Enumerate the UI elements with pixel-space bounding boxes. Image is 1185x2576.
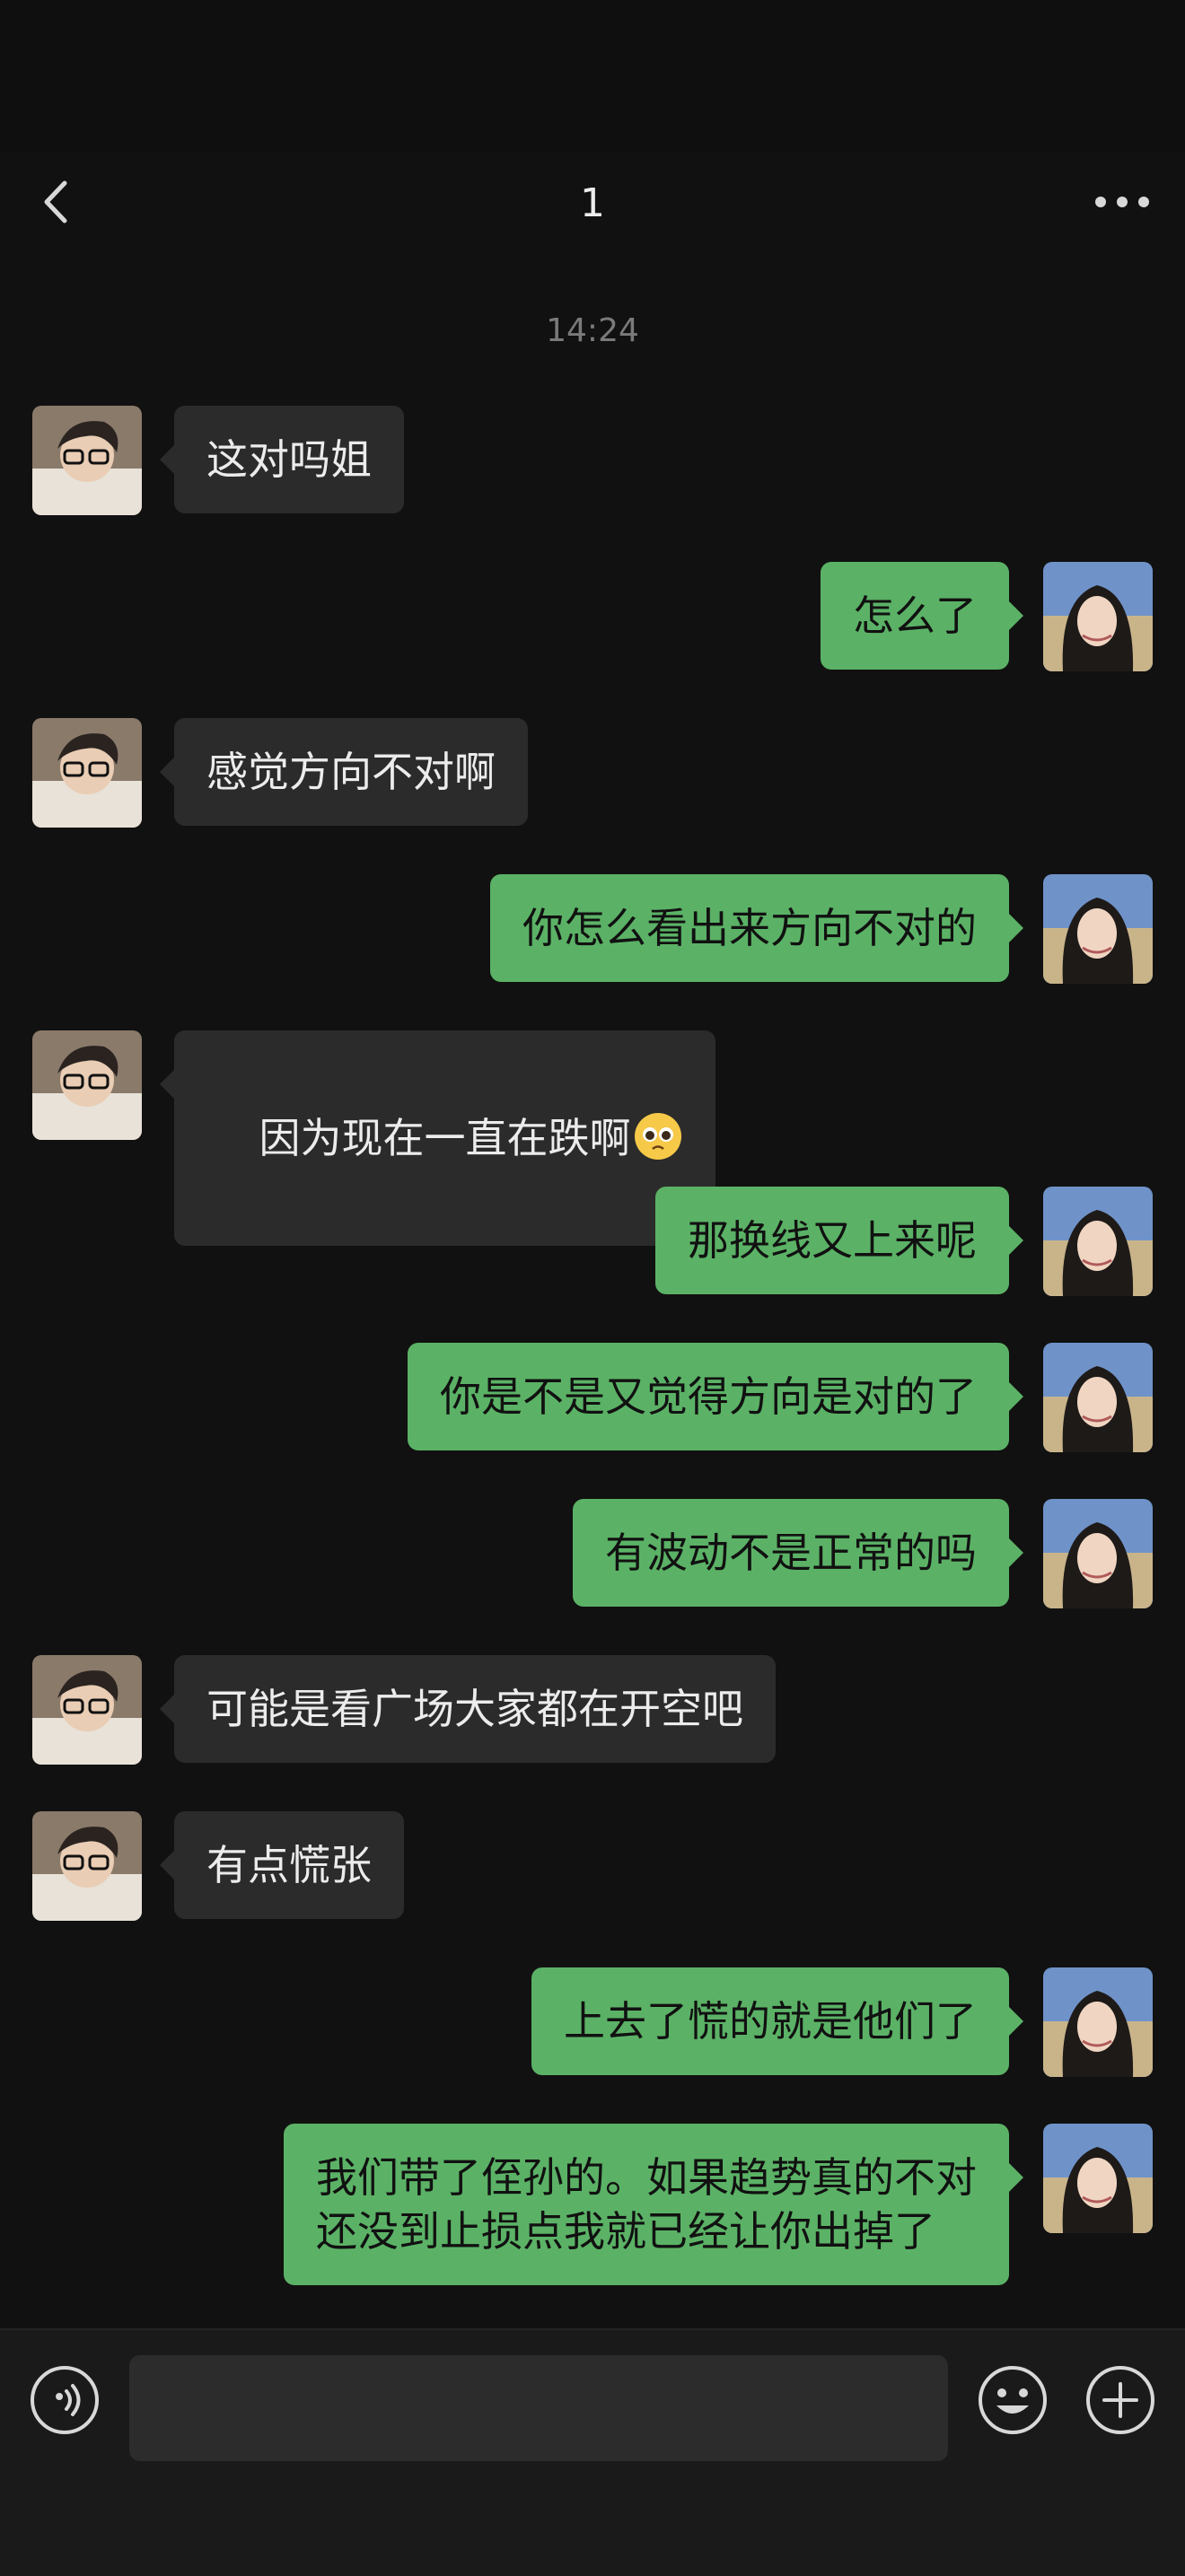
received-message-bubble[interactable]: 因为现在一直在跌啊 <box>160 1030 715 1246</box>
emoji-picker-button[interactable] <box>977 2364 1049 2436</box>
message-timestamp: 14:24 <box>546 312 639 349</box>
chat-title: 1 <box>580 180 605 226</box>
emoji-icon <box>979 2366 1047 2434</box>
voice-icon <box>31 2366 99 2434</box>
received-message-bubble[interactable]: 有点慌张 <box>160 1811 404 1919</box>
my-avatar[interactable] <box>1043 1499 1153 1608</box>
message-text: 因为现在一直在跌啊 <box>259 1114 631 1162</box>
my-avatar[interactable] <box>1043 2124 1153 2233</box>
sent-message-bubble[interactable]: 我们带了侄孙的。如果趋势真的不对 还没到止损点我就已经让你出掉了 <box>284 2124 1023 2285</box>
message-text-input[interactable] <box>129 2355 948 2461</box>
sent-message-bubble[interactable]: 上去了慌的就是他们了 <box>531 1967 1023 2075</box>
sent-message-bubble[interactable]: 有波动不是正常的吗 <box>573 1499 1023 1607</box>
sent-message-bubble[interactable]: 你怎么看出来方向不对的 <box>490 874 1023 982</box>
received-message-bubble[interactable]: 这对吗姐 <box>160 406 404 513</box>
sent-message-bubble[interactable]: 怎么了 <box>821 562 1023 670</box>
received-message-bubble[interactable]: 感觉方向不对啊 <box>160 718 528 826</box>
contact-avatar[interactable] <box>32 718 142 828</box>
message-list[interactable]: 14:24 这对吗姐 怎么了 感觉方向不对啊 你怎么看出来方向不对的 因为现在一… <box>0 262 1185 2328</box>
voice-input-button[interactable] <box>29 2364 101 2436</box>
my-avatar[interactable] <box>1043 1967 1153 2077</box>
my-avatar[interactable] <box>1043 1187 1153 1296</box>
received-message-bubble[interactable]: 可能是看广场大家都在开空吧 <box>160 1655 776 1763</box>
contact-avatar[interactable] <box>32 1030 142 1140</box>
chevron-left-icon <box>44 180 67 223</box>
plus-icon <box>1086 2366 1154 2434</box>
back-button[interactable] <box>27 171 90 233</box>
more-functions-button[interactable] <box>1084 2364 1156 2436</box>
contact-avatar[interactable] <box>32 1655 142 1765</box>
my-avatar[interactable] <box>1043 1343 1153 1452</box>
my-avatar[interactable] <box>1043 562 1153 671</box>
sent-message-bubble[interactable]: 你是不是又觉得方向是对的了 <box>408 1343 1023 1450</box>
chat-header: 1 <box>0 153 1185 264</box>
more-options-button[interactable] <box>1086 171 1158 233</box>
my-avatar[interactable] <box>1043 874 1153 984</box>
contact-avatar[interactable] <box>32 406 142 515</box>
message-input-bar <box>0 2328 1185 2576</box>
status-bar-area <box>0 0 1185 153</box>
sent-message-bubble[interactable]: 那换线又上来呢 <box>655 1187 1023 1294</box>
pleading-face-emoji-icon <box>633 1111 683 1161</box>
more-dots-icon <box>1095 197 1149 207</box>
contact-avatar[interactable] <box>32 1811 142 1921</box>
